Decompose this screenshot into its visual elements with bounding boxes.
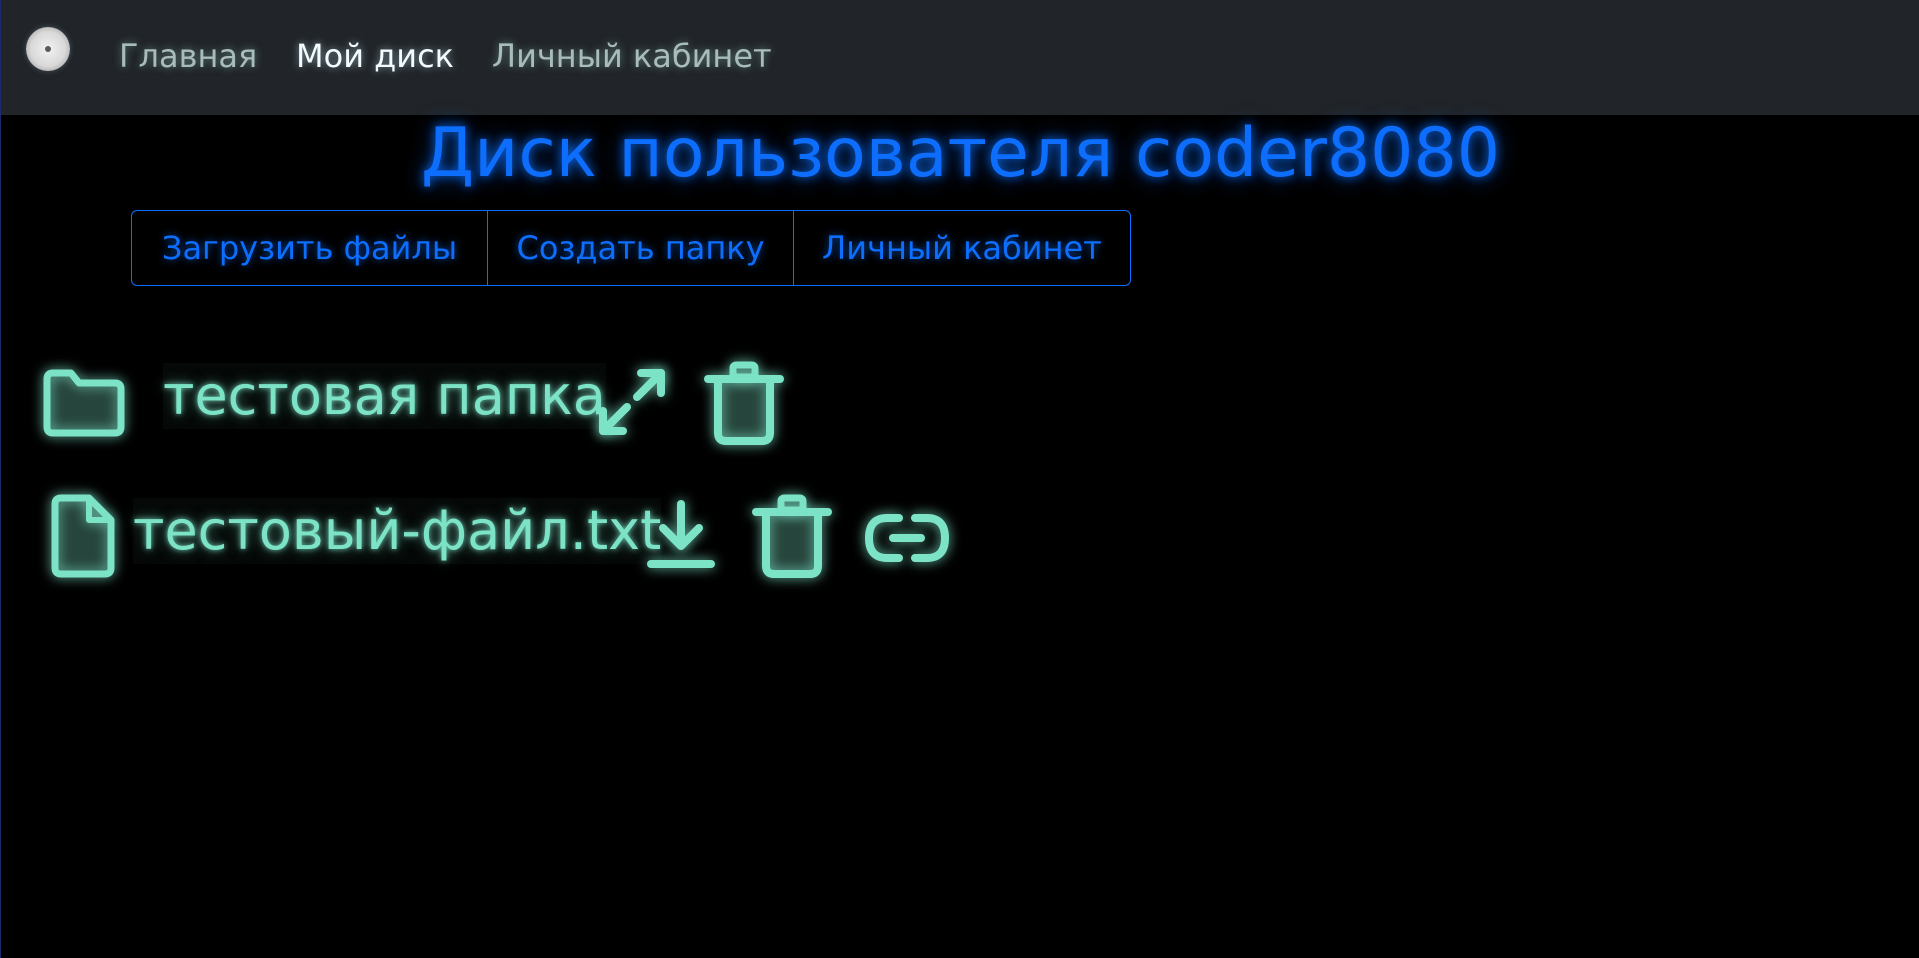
expand-icon[interactable] xyxy=(597,367,667,437)
nav-link-account[interactable]: Личный кабинет xyxy=(492,36,772,76)
toolbar-button-group: Загрузить файлы Создать папку Личный каб… xyxy=(131,210,1131,286)
create-folder-button[interactable]: Создать папку xyxy=(487,211,793,285)
file-name[interactable]: тестовый-файл.txt xyxy=(133,498,662,564)
navbar: Главная Мой диск Личный кабинет xyxy=(1,0,1919,115)
nav-link-home[interactable]: Главная xyxy=(119,36,257,76)
download-icon[interactable] xyxy=(645,500,717,572)
trash-icon[interactable] xyxy=(704,361,784,445)
list-item-folder: тестовая папка xyxy=(1,345,901,455)
link-icon[interactable] xyxy=(863,510,951,566)
account-button[interactable]: Личный кабинет xyxy=(793,211,1130,285)
upload-files-button[interactable]: Загрузить файлы xyxy=(132,211,487,285)
folder-icon xyxy=(41,367,127,439)
list-item-file: тестовый-файл.txt xyxy=(1,480,1001,590)
disc-hole xyxy=(45,46,51,52)
file-icon xyxy=(49,494,119,578)
folder-name[interactable]: тестовая папка xyxy=(163,363,606,429)
nav-link-my-disk[interactable]: Мой диск xyxy=(296,36,454,76)
disc-icon[interactable] xyxy=(26,27,70,71)
page-title: Диск пользователя coder8080 xyxy=(421,114,1500,193)
trash-icon[interactable] xyxy=(752,494,832,578)
